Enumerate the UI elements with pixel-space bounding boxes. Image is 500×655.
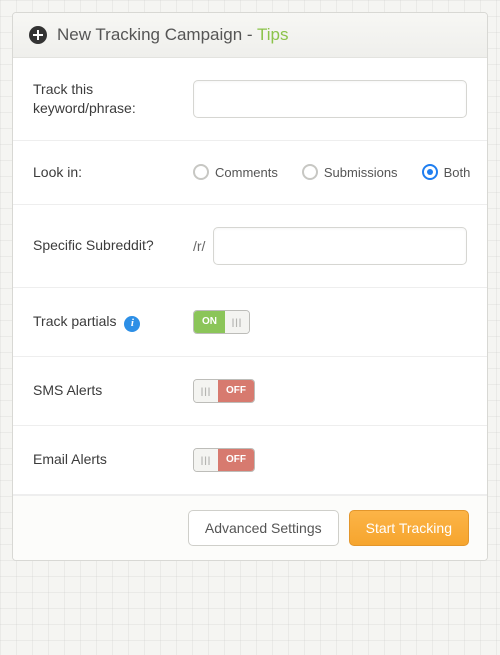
row-keyword: Track this keyword/phrase:: [13, 58, 487, 141]
header-tips-link[interactable]: Tips: [257, 25, 289, 44]
row-look-in: Look in: Comments Submissions Both: [13, 141, 487, 205]
row-track-partials: Track partials i ON |||: [13, 288, 487, 357]
radio-item-submissions[interactable]: Submissions: [302, 164, 398, 180]
track-partials-label: Track partials: [33, 313, 117, 329]
look-in-radio-group: Comments Submissions Both: [193, 164, 470, 180]
radio-both-label: Both: [444, 165, 471, 180]
track-partials-label-wrap: Track partials i: [33, 312, 193, 331]
new-campaign-panel: New Tracking Campaign - Tips Track this …: [12, 12, 488, 561]
look-in-label: Look in:: [33, 163, 193, 182]
toggle-on-label: ON: [194, 311, 225, 333]
subreddit-input[interactable]: [213, 227, 467, 265]
plus-icon: [29, 26, 47, 44]
keyword-label: Track this keyword/phrase:: [33, 80, 193, 118]
subreddit-label: Specific Subreddit?: [33, 236, 193, 255]
toggle-off-label: OFF: [218, 449, 254, 471]
row-sms-alerts: SMS Alerts ||| OFF: [13, 357, 487, 426]
info-icon[interactable]: i: [124, 316, 140, 332]
toggle-grip-icon: |||: [194, 449, 218, 471]
email-alerts-label: Email Alerts: [33, 450, 193, 469]
radio-comments-label: Comments: [215, 165, 278, 180]
panel-header: New Tracking Campaign - Tips: [13, 13, 487, 58]
radio-comments: [193, 164, 209, 180]
subreddit-prefix: /r/: [193, 238, 205, 254]
radio-submissions: [302, 164, 318, 180]
email-alerts-toggle[interactable]: ||| OFF: [193, 448, 255, 472]
start-tracking-button[interactable]: Start Tracking: [349, 510, 469, 546]
sms-alerts-label: SMS Alerts: [33, 381, 193, 400]
header-title: New Tracking Campaign: [57, 25, 242, 44]
toggle-grip-icon: |||: [194, 380, 218, 402]
radio-item-both[interactable]: Both: [422, 164, 471, 180]
radio-submissions-label: Submissions: [324, 165, 398, 180]
sms-alerts-toggle[interactable]: ||| OFF: [193, 379, 255, 403]
radio-both: [422, 164, 438, 180]
row-subreddit: Specific Subreddit? /r/: [13, 205, 487, 288]
toggle-grip-icon: |||: [225, 311, 249, 333]
panel-title: New Tracking Campaign - Tips: [57, 25, 289, 45]
track-partials-toggle[interactable]: ON |||: [193, 310, 250, 334]
panel-footer: Advanced Settings Start Tracking: [13, 495, 487, 560]
header-separator: -: [242, 25, 257, 44]
row-email-alerts: Email Alerts ||| OFF: [13, 426, 487, 495]
toggle-off-label: OFF: [218, 380, 254, 402]
radio-item-comments[interactable]: Comments: [193, 164, 278, 180]
advanced-settings-button[interactable]: Advanced Settings: [188, 510, 339, 546]
keyword-input[interactable]: [193, 80, 467, 118]
